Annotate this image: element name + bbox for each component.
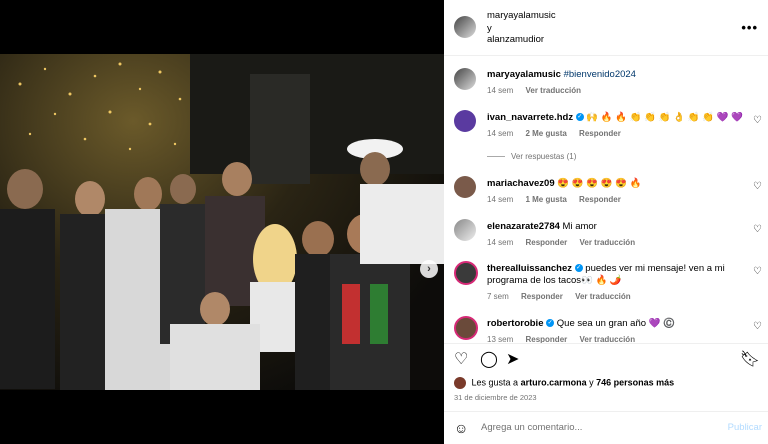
translate-link[interactable]: Ver traducción xyxy=(580,335,636,343)
comment-likes[interactable]: 2 Me gusta xyxy=(525,129,566,138)
post-media: 👤 › xyxy=(0,0,444,444)
liker-avatar[interactable] xyxy=(454,377,466,389)
reply-button[interactable]: Responder xyxy=(579,129,621,138)
view-replies-label: Ver respuestas (1) xyxy=(511,152,577,161)
comment-username[interactable]: mariachavez09 xyxy=(487,178,555,189)
author-avatar[interactable] xyxy=(454,16,476,38)
caption-text[interactable]: #bienvenido2024 xyxy=(564,69,636,80)
comment-icon[interactable]: ◯ xyxy=(480,352,498,368)
publish-button[interactable]: Publicar xyxy=(728,422,762,433)
post-photo[interactable]: 👤 › xyxy=(0,54,444,390)
commenter-avatar[interactable] xyxy=(454,219,476,241)
photo-illustration xyxy=(0,54,444,390)
comment-username[interactable]: therealluissanchez xyxy=(487,263,572,274)
view-replies-button[interactable]: Ver respuestas (1) xyxy=(487,152,576,161)
comment-username[interactable]: elenazarate2784 xyxy=(487,221,560,232)
emoji-icon[interactable]: ☺ xyxy=(454,420,468,436)
likes-summary: Les gusta a arturo.carmona y 746 persona… xyxy=(454,377,674,389)
caption-avatar[interactable] xyxy=(454,68,476,90)
reply-button[interactable]: Responder xyxy=(521,292,563,301)
comment-item: mariachavez09 😍 😍 😍 😍 😍 🔥 14 sem 1 Me gu… xyxy=(444,174,768,214)
comment-username[interactable]: robertorobie xyxy=(487,318,543,329)
comment-text: Mi amor xyxy=(562,221,597,232)
add-comment-bar: ☺ Agrega un comentario... Publicar xyxy=(444,411,768,444)
send-icon[interactable]: ➤ xyxy=(506,352,519,368)
comment-time: 13 sem xyxy=(487,335,514,343)
translate-link[interactable]: Ver traducción xyxy=(580,238,636,247)
commenter-avatar[interactable] xyxy=(454,261,478,285)
translate-link[interactable]: Ver traducción xyxy=(575,292,631,301)
comment-input[interactable]: Agrega un comentario... xyxy=(481,422,582,433)
liker-username[interactable]: arturo.carmona xyxy=(521,377,587,387)
comment-like-heart-icon[interactable]: ♡ xyxy=(753,321,762,332)
heart-icon[interactable]: ♡ xyxy=(454,352,468,368)
comment-item: elenazarate2784 Mi amor 14 sem Responder… xyxy=(444,217,768,257)
comments-list[interactable]: maryayalamusic #bienvenido2024 14 sem Ve… xyxy=(444,57,768,343)
comment-text: 😍 😍 😍 😍 😍 🔥 xyxy=(557,178,642,189)
more-options-icon[interactable]: ••• xyxy=(741,20,758,35)
verified-badge-icon: ✓ xyxy=(575,113,584,122)
comment-time: 7 sem xyxy=(487,292,509,301)
verified-badge-icon: ✓ xyxy=(546,319,555,328)
comment-time: 14 sem xyxy=(487,195,514,204)
post-header: maryayalamusic y alanzamudior ••• xyxy=(444,0,768,56)
post-date[interactable]: 31 de diciembre de 2023 xyxy=(454,393,537,402)
bookmark-icon[interactable]: 🔖︎ xyxy=(740,352,760,368)
comment-item: therealluissanchez ✓ puedes ver mi mensa… xyxy=(444,259,768,311)
likes-count[interactable]: 746 personas más xyxy=(596,377,674,387)
caption-translate-link[interactable]: Ver traducción xyxy=(525,86,581,95)
comment-time: 14 sem xyxy=(487,238,514,247)
comment-like-heart-icon[interactable]: ♡ xyxy=(753,115,762,126)
caption: maryayalamusic #bienvenido2024 14 sem Ve… xyxy=(444,66,768,106)
comment-like-heart-icon[interactable]: ♡ xyxy=(753,224,762,235)
post-actions-bar: ♡ ◯ ➤ 🔖︎ xyxy=(444,343,768,375)
reply-button[interactable]: Responder xyxy=(525,335,567,343)
reply-button[interactable]: Responder xyxy=(579,195,621,204)
comment-like-heart-icon[interactable]: ♡ xyxy=(753,266,762,277)
coauthor-username[interactable]: alanzamudior xyxy=(487,34,544,45)
comment-likes[interactable]: 1 Me gusta xyxy=(525,195,566,204)
caption-time: 14 sem xyxy=(487,86,514,95)
comment-like-heart-icon[interactable]: ♡ xyxy=(753,181,762,192)
commenter-avatar[interactable] xyxy=(454,110,476,132)
post-details-panel: maryayalamusic y alanzamudior ••• maryay… xyxy=(444,0,768,444)
author-username[interactable]: maryayalamusic xyxy=(487,10,556,21)
verified-badge-icon: ✓ xyxy=(574,264,583,273)
commenter-avatar[interactable] xyxy=(454,176,476,198)
next-arrow-icon[interactable]: › xyxy=(420,260,438,278)
comment-item: ivan_navarrete.hdz ✓ 🙌 🔥 🔥 👏 👏 👏 👌 👏 👏 💜… xyxy=(444,108,768,174)
comment-text: 🙌 🔥 🔥 👏 👏 👏 👌 👏 👏 💜 💜 xyxy=(586,112,743,123)
reply-button[interactable]: Responder xyxy=(525,238,567,247)
likes-prefix: Les gusta a xyxy=(471,377,519,388)
caption-username[interactable]: maryayalamusic xyxy=(487,69,561,80)
commenter-avatar[interactable] xyxy=(454,316,478,340)
comment-username[interactable]: ivan_navarrete.hdz xyxy=(487,112,573,123)
comment-time: 14 sem xyxy=(487,129,514,138)
likes-joiner: y xyxy=(589,377,594,388)
instagram-post-modal: 👤 › maryayalamusic y alanzamudior ••• ma… xyxy=(0,0,768,444)
author-joiner: y xyxy=(487,23,492,34)
comment-item: robertorobie ✓ Que sea un gran año 💜 ©️ … xyxy=(444,314,768,343)
comment-text: Que sea un gran año 💜 ©️ xyxy=(556,318,675,329)
